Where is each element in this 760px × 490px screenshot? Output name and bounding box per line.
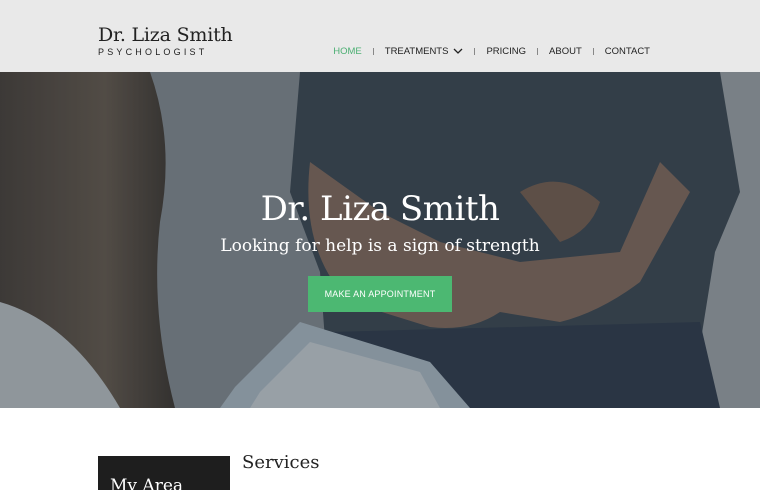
logo-name: Dr. Liza Smith (98, 24, 233, 46)
nav-separator (372, 47, 374, 55)
site-header: Dr. Liza Smith PSYCHOLOGIST HOME TREATME… (0, 0, 760, 72)
hero-section: Dr. Liza Smith Looking for help is a sig… (0, 72, 760, 408)
nav-home[interactable]: HOME (333, 46, 362, 57)
services-heading: Services (242, 452, 320, 473)
nav-treatments[interactable]: TREATMENTS (385, 46, 464, 57)
my-area-card[interactable]: My Area (98, 456, 230, 490)
logo-subtitle: PSYCHOLOGIST (98, 47, 208, 57)
site-logo[interactable]: Dr. Liza Smith PSYCHOLOGIST (98, 24, 233, 58)
make-appointment-button[interactable]: MAKE AN APPOINTMENT (308, 276, 452, 312)
nav-separator (592, 47, 594, 55)
hero-tagline: Looking for help is a sign of strength (220, 236, 540, 256)
nav-separator (537, 47, 539, 55)
nav-pricing[interactable]: PRICING (486, 46, 526, 57)
nav-about[interactable]: ABOUT (549, 46, 582, 57)
nav-contact[interactable]: CONTACT (605, 46, 650, 57)
hero-title: Dr. Liza Smith (260, 189, 500, 229)
nav-separator (474, 47, 476, 55)
my-area-title: My Area (110, 476, 184, 490)
main-nav: HOME TREATMENTS PRICING ABOUT CONTACT (333, 44, 650, 58)
nav-treatments-label: TREATMENTS (384, 45, 449, 57)
chevron-down-icon (453, 48, 463, 54)
